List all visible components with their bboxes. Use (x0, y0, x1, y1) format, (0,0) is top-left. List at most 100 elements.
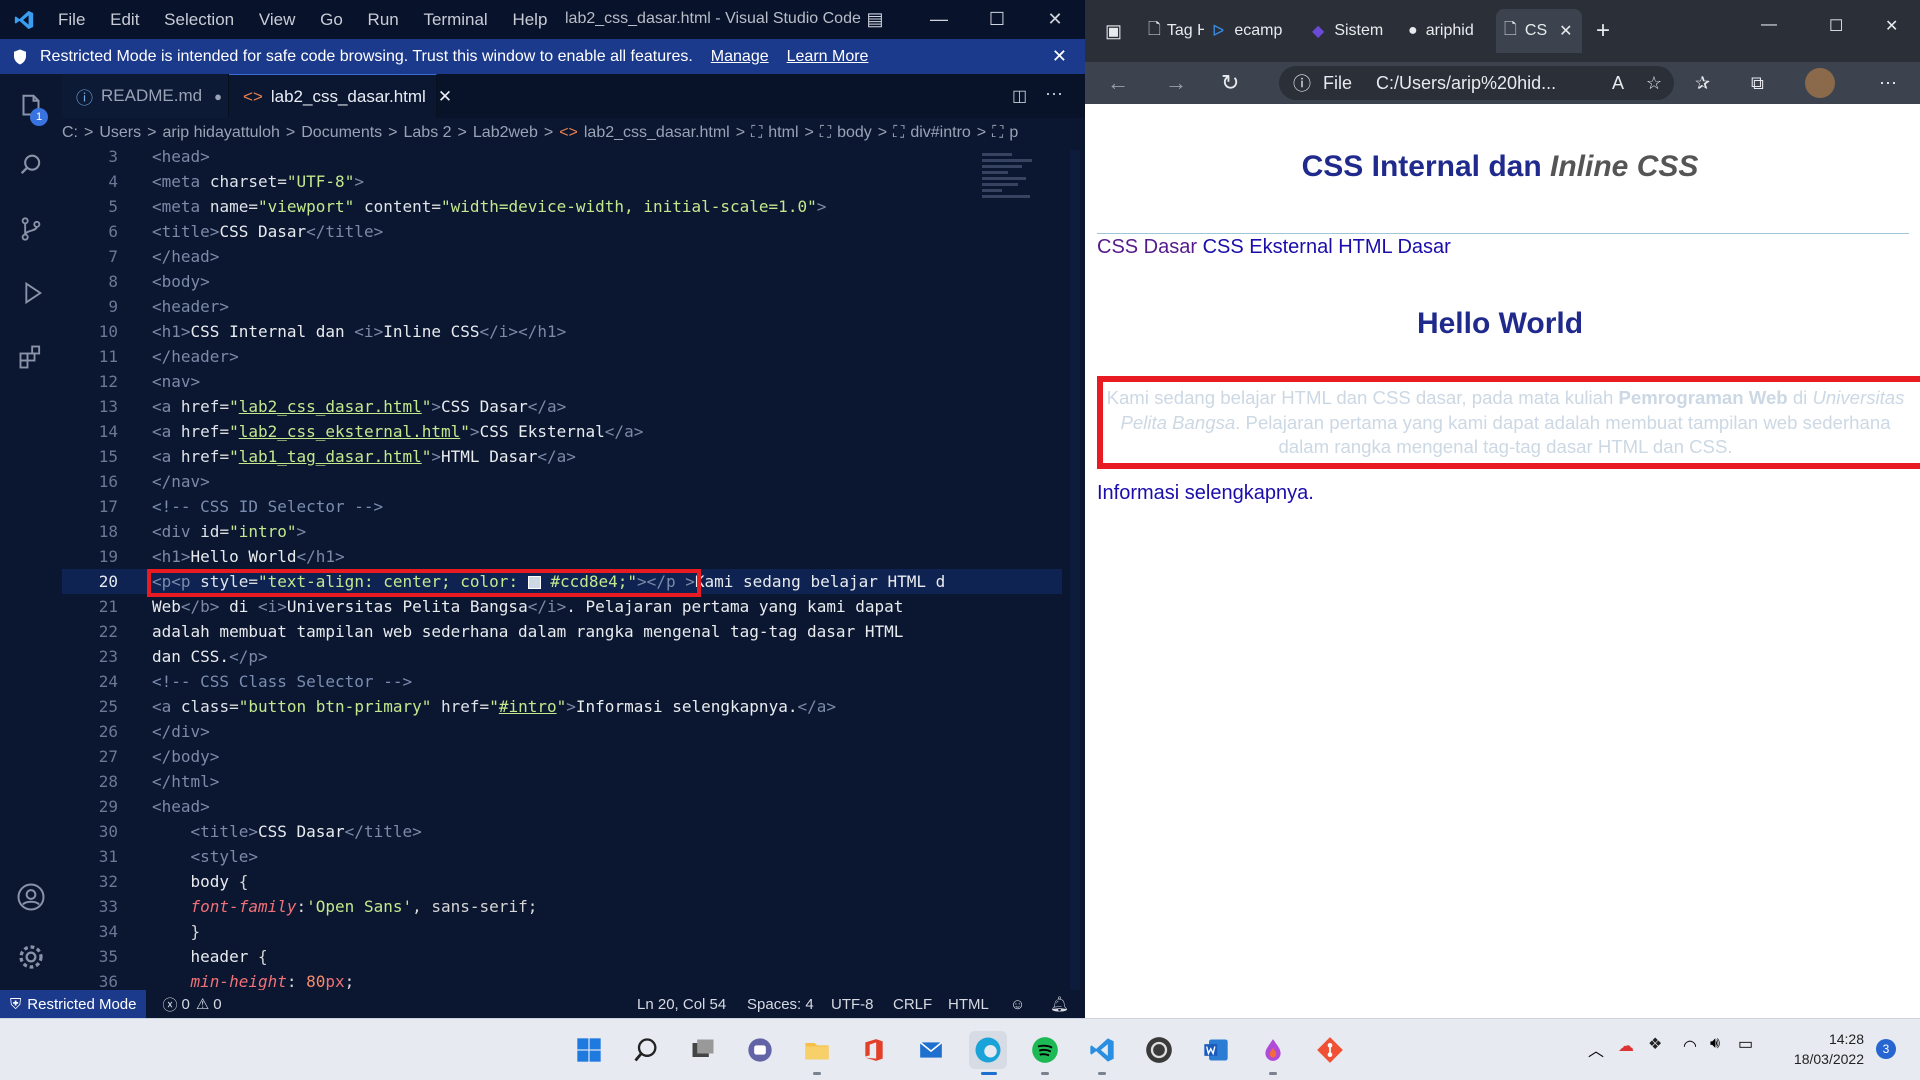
code-editor[interactable]: 3 <head> 4 <meta charset="UTF-8"> 5 <meta n… (62, 148, 1062, 990)
menu-terminal[interactable]: Terminal (413, 10, 497, 29)
errors-icon[interactable]: ⓧ (162, 994, 177, 1015)
minimap[interactable] (982, 150, 1040, 242)
edge-icon[interactable] (969, 1031, 1007, 1069)
feedback-icon[interactable]: ☺ (1010, 996, 1025, 1013)
breadcrumb-item[interactable]: body (837, 124, 872, 142)
breadcrumb-item[interactable]: arip hidayattuloh (162, 124, 279, 142)
breadcrumb-item[interactable]: C: (62, 124, 78, 142)
add-favorite-icon[interactable]: ☆ (1646, 73, 1662, 94)
dropbox-icon[interactable]: ❖ (1648, 1034, 1662, 1054)
split-editor-icon[interactable]: ◫ (1012, 86, 1027, 106)
volume-icon[interactable]: 🔊︎ (1710, 1035, 1720, 1053)
breadcrumb-item[interactable]: Users (99, 124, 141, 142)
app-icon[interactable] (1254, 1031, 1292, 1069)
menu-view[interactable]: View (249, 10, 306, 29)
nav-link-css-eksternal[interactable]: CSS Eksternal (1203, 236, 1333, 258)
restricted-mode-status[interactable]: ⛨ Restricted Mode (0, 990, 147, 1018)
search-icon[interactable] (627, 1031, 665, 1069)
cursor-position[interactable]: Ln 20, Col 54 (637, 996, 726, 1013)
encoding[interactable]: UTF-8 (831, 996, 874, 1013)
tab-lab2-css-dasar[interactable]: <> lab2_css_dasar.html ✕ (229, 74, 452, 118)
notification-badge[interactable]: 3 (1876, 1039, 1896, 1059)
menu-file[interactable]: File (48, 10, 95, 29)
accounts-icon[interactable] (10, 876, 52, 918)
nav-link-css-dasar[interactable]: CSS Dasar (1097, 236, 1197, 258)
browser-tab[interactable]: 🗋︎Tag HTI (1140, 11, 1204, 51)
breadcrumb-item[interactable]: Lab2web (473, 124, 538, 142)
tab-readme[interactable]: ⓘ README.md ● (62, 74, 229, 118)
read-aloud-icon[interactable]: A (1612, 73, 1624, 94)
clock[interactable]: 14:28 18/03/2022 (1770, 1029, 1864, 1069)
menu-run[interactable]: Run (358, 10, 409, 29)
more-menu-icon[interactable]: ⋯ (1879, 73, 1897, 94)
obs-icon[interactable] (1140, 1031, 1178, 1069)
warnings-icon[interactable]: ⚠ (196, 995, 209, 1013)
office-icon[interactable] (855, 1031, 893, 1069)
breadcrumb-item[interactable]: div#intro (910, 124, 970, 142)
explorer-icon[interactable]: 1 (10, 86, 52, 128)
settings-gear-icon[interactable] (10, 936, 52, 978)
close-button[interactable]: ✕ (1885, 16, 1898, 36)
menu-edit[interactable]: Edit (100, 10, 149, 29)
maximize-button[interactable]: ☐ (968, 0, 1026, 39)
notifications-bell-icon[interactable]: 🔔︎ (1050, 995, 1069, 1013)
indentation[interactable]: Spaces: 4 (747, 996, 814, 1013)
breadcrumb-item[interactable]: Labs 2 (404, 124, 452, 142)
spotify-icon[interactable] (1026, 1031, 1064, 1069)
git-icon[interactable] (1311, 1031, 1349, 1069)
run-debug-icon[interactable] (10, 272, 52, 314)
tab-actions-icon[interactable]: ▣ (1105, 21, 1122, 42)
menu-help[interactable]: Help (502, 10, 557, 29)
hello-heading: Hello World (1416, 307, 1584, 340)
wifi-icon[interactable]: ◠ (1683, 1036, 1697, 1056)
file-explorer-icon[interactable] (798, 1031, 836, 1069)
browser-tab[interactable]: ● ariphid (1400, 11, 1496, 51)
word-icon[interactable] (1197, 1031, 1235, 1069)
tab-close-icon[interactable]: ✕ (1559, 21, 1572, 41)
refresh-icon[interactable]: ↻ (1221, 70, 1239, 96)
browser-tab[interactable]: ◆ Sistem (1304, 11, 1400, 51)
language-mode[interactable]: HTML (948, 996, 989, 1013)
back-icon[interactable]: ← (1107, 70, 1129, 96)
tab-close-icon[interactable]: ✕ (438, 87, 452, 107)
learn-more-link[interactable]: Learn More (787, 48, 869, 66)
source-control-icon[interactable] (10, 208, 52, 250)
browser-tab-active[interactable]: 🗋︎ CS ✕ (1496, 9, 1583, 53)
more-actions-icon[interactable]: ⋯ (1045, 84, 1063, 105)
menu-selection[interactable]: Selection (154, 10, 244, 29)
code-line: 5 <meta name="viewport" content="width=de… (108, 197, 827, 216)
mail-icon[interactable] (912, 1031, 950, 1069)
battery-icon[interactable]: ▭ (1738, 1034, 1753, 1054)
task-view-icon[interactable] (684, 1031, 722, 1069)
breadcrumb-item[interactable]: html (768, 124, 798, 142)
teams-chat-icon[interactable] (741, 1031, 779, 1069)
more-info-link[interactable]: Informasi selengkapnya. (1097, 482, 1314, 505)
editor-scrollbar[interactable] (1070, 150, 1080, 990)
minimize-button[interactable]: — (910, 0, 968, 39)
vscode-icon[interactable] (1083, 1031, 1121, 1069)
search-icon[interactable] (10, 144, 52, 186)
close-button[interactable]: ✕ (1026, 0, 1084, 39)
breadcrumb-item[interactable]: Documents (301, 124, 382, 142)
forward-icon[interactable]: → (1165, 70, 1187, 96)
banner-close-icon[interactable]: ✕ (1052, 46, 1067, 67)
maximize-button[interactable]: ☐ (1829, 16, 1843, 36)
profile-avatar[interactable] (1805, 68, 1835, 98)
menu-go[interactable]: Go (310, 10, 353, 29)
address-bar[interactable]: ⓘ File C:/Users/arip%20hid... A ☆ (1279, 66, 1674, 100)
layout-icon[interactable]: ▤ (860, 0, 890, 39)
cloud-icon[interactable]: ☁ (1618, 1036, 1634, 1056)
favorites-icon[interactable]: ✰ (1695, 73, 1710, 94)
windows-start-icon[interactable] (570, 1031, 608, 1069)
nav-link-html-dasar[interactable]: HTML Dasar (1338, 236, 1451, 258)
breadcrumb-item[interactable]: p (1009, 124, 1018, 142)
chevron-up-icon[interactable]: ︿ (1588, 1037, 1604, 1061)
line-ending[interactable]: CRLF (893, 996, 932, 1013)
breadcrumb-item[interactable]: lab2_css_dasar.html (584, 124, 730, 142)
new-tab-icon[interactable]: + (1596, 17, 1610, 45)
minimize-button[interactable]: — (1761, 16, 1777, 34)
collections-icon[interactable]: ⧉ (1751, 73, 1764, 94)
extensions-icon[interactable] (10, 336, 52, 378)
manage-link[interactable]: Manage (711, 48, 769, 66)
browser-tab[interactable]: ᐅ ecamp (1204, 11, 1304, 51)
